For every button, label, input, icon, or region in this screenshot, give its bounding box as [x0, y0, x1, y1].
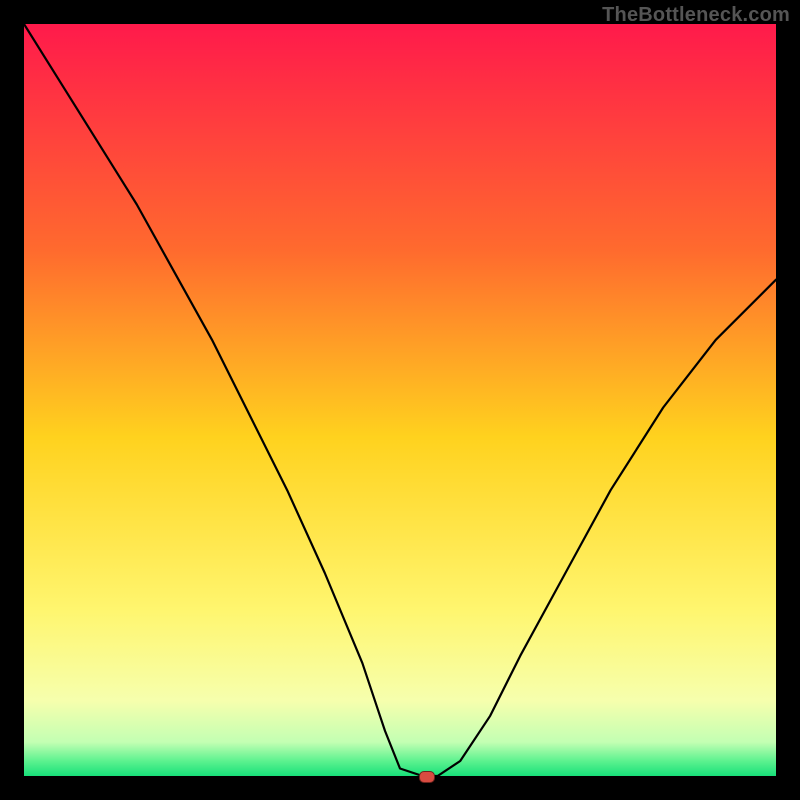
watermark-text: TheBottleneck.com: [602, 4, 790, 27]
bottleneck-chart: [24, 24, 776, 776]
optimal-marker: [419, 771, 435, 783]
chart-frame: TheBottleneck.com: [0, 0, 800, 800]
gradient-background: [24, 24, 776, 776]
